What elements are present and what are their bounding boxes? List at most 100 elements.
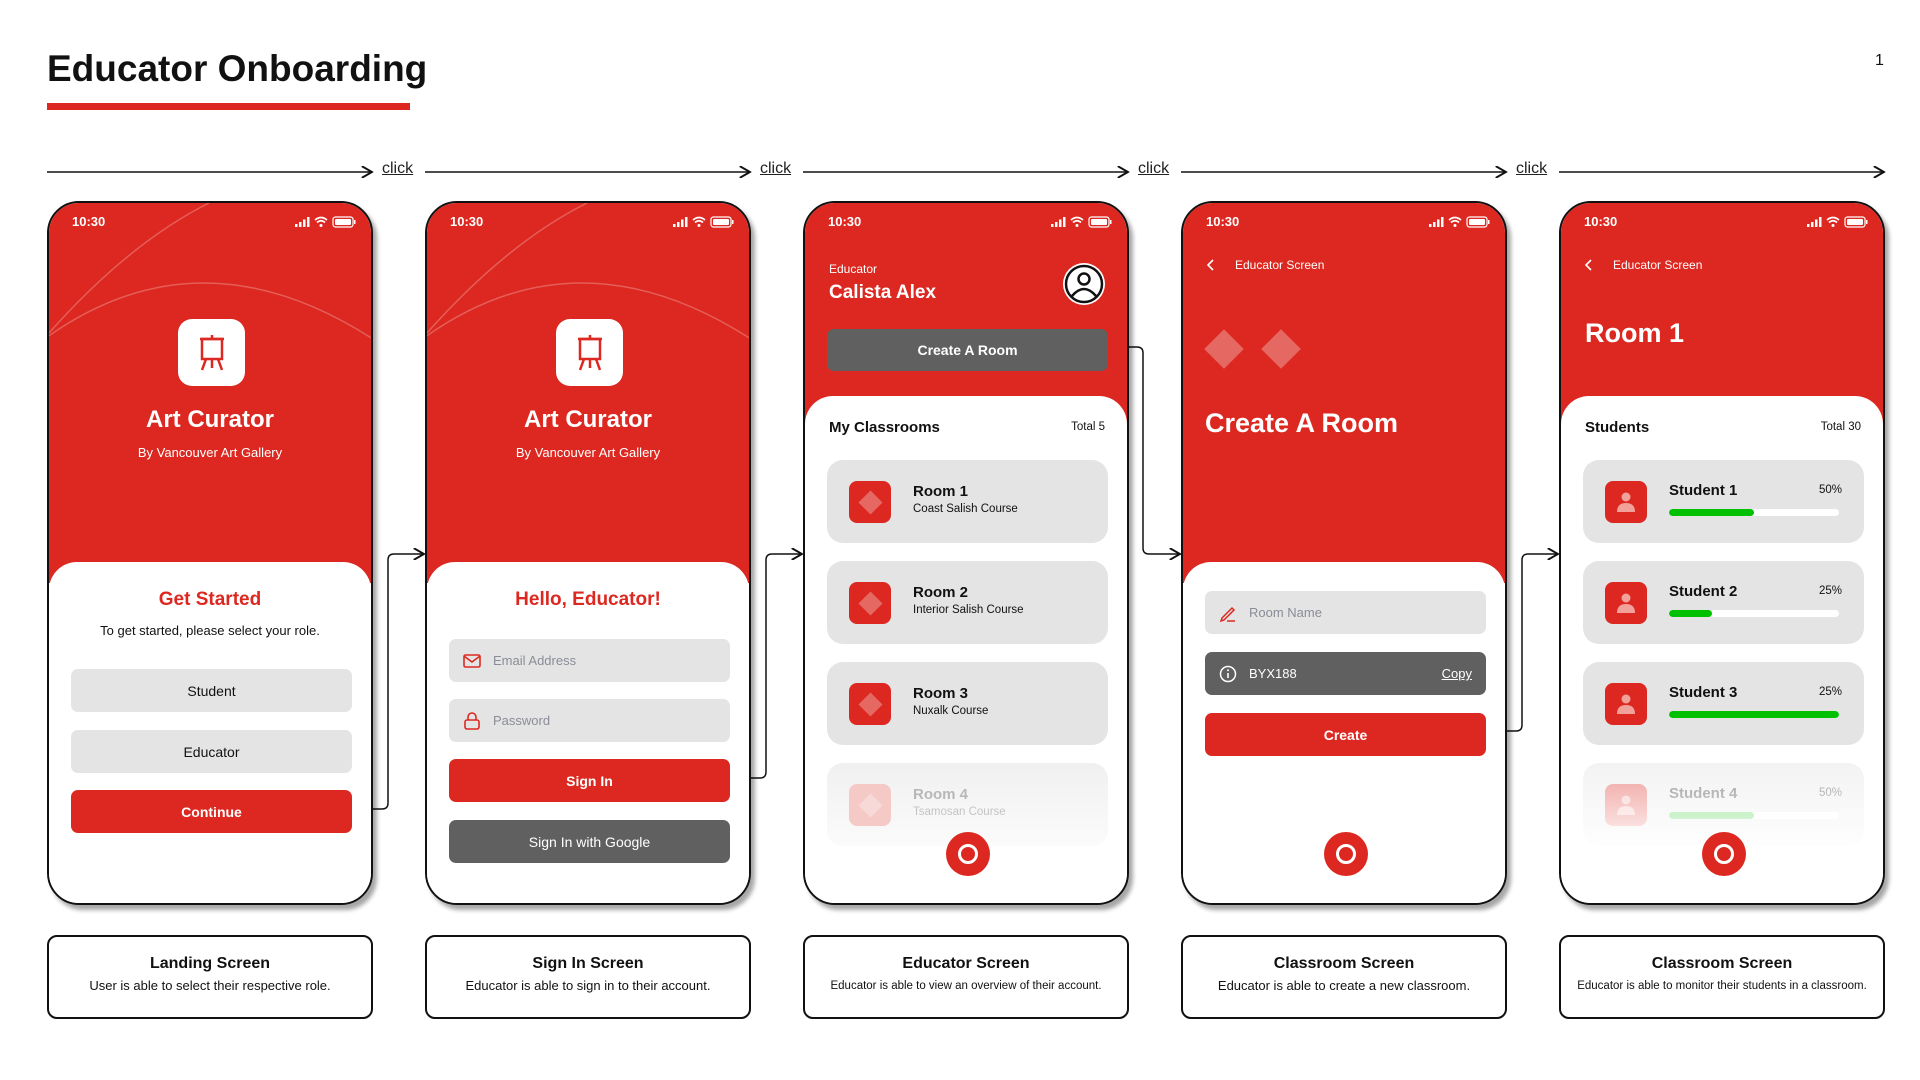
pencil-icon	[1219, 606, 1236, 622]
create-room-button[interactable]: Create A Room	[827, 329, 1108, 371]
classrooms-total: Total 5	[1071, 421, 1105, 433]
progress-bar	[1669, 711, 1839, 718]
hello-heading: Hello, Educator!	[515, 589, 661, 610]
status-time: 10:30	[450, 214, 484, 229]
battery-icon	[1088, 216, 1112, 228]
room-icon	[849, 683, 891, 725]
progress-fill	[1669, 711, 1839, 718]
lock-icon	[464, 711, 480, 730]
room-screen: 10:30 Educator Screen Room 1 Students To…	[1559, 201, 1885, 905]
click-label: click	[1516, 160, 1548, 177]
caption-description: Educator is able to view an overview of …	[830, 980, 1102, 992]
room-title: Room 1	[1585, 318, 1685, 348]
home-button[interactable]	[946, 832, 990, 876]
room-name: Room 4	[913, 786, 969, 803]
room-name: Room 2	[913, 584, 969, 601]
signal-icon	[673, 217, 688, 227]
password-field[interactable]: Password	[449, 699, 730, 742]
room-name: Room 1	[913, 483, 969, 500]
easel-icon	[178, 319, 245, 386]
room-name-field[interactable]: Room Name	[1205, 591, 1486, 634]
status-icons	[295, 215, 357, 228]
status-time: 10:30	[1584, 214, 1618, 229]
continue-button[interactable]: Continue	[71, 790, 352, 833]
signal-icon	[295, 217, 310, 227]
battery-icon	[1844, 216, 1868, 228]
student-name: Student 3	[1669, 684, 1738, 701]
profile-avatar-icon[interactable]	[1062, 262, 1106, 306]
room-card[interactable]: Room 2 Interior Salish Course	[827, 561, 1108, 644]
student-card[interactable]: Student 2 25%	[1583, 561, 1864, 644]
copy-link[interactable]: Copy	[1442, 666, 1472, 681]
room-name: Room 3	[913, 685, 969, 702]
person-icon	[1605, 683, 1647, 725]
room-name-placeholder: Room Name	[1249, 605, 1322, 620]
sign-in-button[interactable]: Sign In	[449, 759, 730, 802]
app-subtitle: By Vancouver Art Gallery	[137, 445, 283, 460]
content-sheet: Get Started To get started, please selec…	[49, 562, 371, 903]
status-time: 10:30	[828, 214, 862, 229]
landing-screen: 10:30 Art Curator By Vancouver Art Galle…	[47, 201, 373, 905]
click-label: click	[382, 160, 414, 177]
progress-fill	[1669, 610, 1712, 617]
student-percent: 25%	[1818, 585, 1842, 597]
student-percent: 50%	[1818, 484, 1842, 496]
info-icon	[1219, 665, 1237, 682]
progress-bar	[1669, 610, 1839, 617]
battery-icon	[710, 216, 734, 228]
create-button[interactable]: Create	[1205, 713, 1486, 756]
chevron-left-icon	[1207, 259, 1214, 271]
email-field[interactable]: Email Address	[449, 639, 730, 682]
caption-title: Classroom Screen	[1651, 955, 1793, 972]
room-course: Interior Salish Course	[913, 604, 1024, 616]
room-course: Tsamosan Course	[913, 806, 1006, 818]
students-heading: Students	[1585, 419, 1650, 436]
student-percent: 25%	[1818, 686, 1842, 698]
room-course: Nuxalk Course	[913, 705, 989, 717]
status-time: 10:30	[72, 214, 106, 229]
progress-fill	[1669, 509, 1754, 516]
status-time: 10:30	[1206, 214, 1240, 229]
signin-screen: 10:30 Art Curator By Vancouver Art Galle…	[425, 201, 751, 905]
back-button[interactable]: Educator Screen	[1207, 258, 1324, 272]
header-background	[49, 203, 371, 583]
header-background	[427, 203, 749, 583]
status-icons	[1807, 215, 1869, 228]
educator-screen: 10:30 Educator Calista Alex Create A Roo…	[803, 201, 1129, 905]
wifi-icon	[692, 216, 706, 224]
signal-icon	[1807, 217, 1822, 227]
room-card[interactable]: Room 3 Nuxalk Course	[827, 662, 1108, 745]
circle-icon	[958, 844, 978, 864]
room-icon	[849, 582, 891, 624]
educator-button[interactable]: Educator	[71, 730, 352, 773]
student-card[interactable]: Student 3 25%	[1583, 662, 1864, 745]
room-course: Coast Salish Course	[913, 503, 1018, 515]
room-code-field: BYX188 Copy	[1205, 652, 1486, 695]
caption-title: Classroom Screen	[1273, 955, 1415, 972]
circle-icon	[1336, 844, 1356, 864]
room-code: BYX188	[1249, 666, 1297, 681]
student-button[interactable]: Student	[71, 669, 352, 712]
person-icon	[1605, 582, 1647, 624]
signal-icon	[1429, 217, 1444, 227]
get-started-heading: Get Started	[158, 589, 262, 610]
role-label: Educator	[829, 262, 878, 276]
caption-title: Landing Screen	[149, 955, 271, 972]
back-button[interactable]: Educator Screen	[1585, 258, 1702, 272]
home-button[interactable]	[1702, 832, 1746, 876]
app-name: Art Curator	[145, 406, 274, 433]
decorative-arcs	[49, 203, 371, 339]
back-label: Educator Screen	[1235, 258, 1325, 272]
app-name: Art Curator	[523, 406, 652, 433]
caption-educator: Educator Screen Educator is able to view …	[803, 935, 1129, 1019]
create-room-title: Create A Room	[1205, 408, 1399, 438]
home-button[interactable]	[1324, 832, 1368, 876]
student-card[interactable]: Student 1 50%	[1583, 460, 1864, 543]
chevron-left-icon	[1585, 259, 1592, 271]
user-name: Calista Alex	[829, 282, 937, 303]
caption-title: Sign In Screen	[532, 955, 644, 972]
google-sign-in-button[interactable]: Sign In with Google	[449, 820, 730, 863]
room-icon	[849, 481, 891, 523]
student-name: Student 1	[1669, 482, 1738, 499]
room-card[interactable]: Room 1 Coast Salish Course	[827, 460, 1108, 543]
